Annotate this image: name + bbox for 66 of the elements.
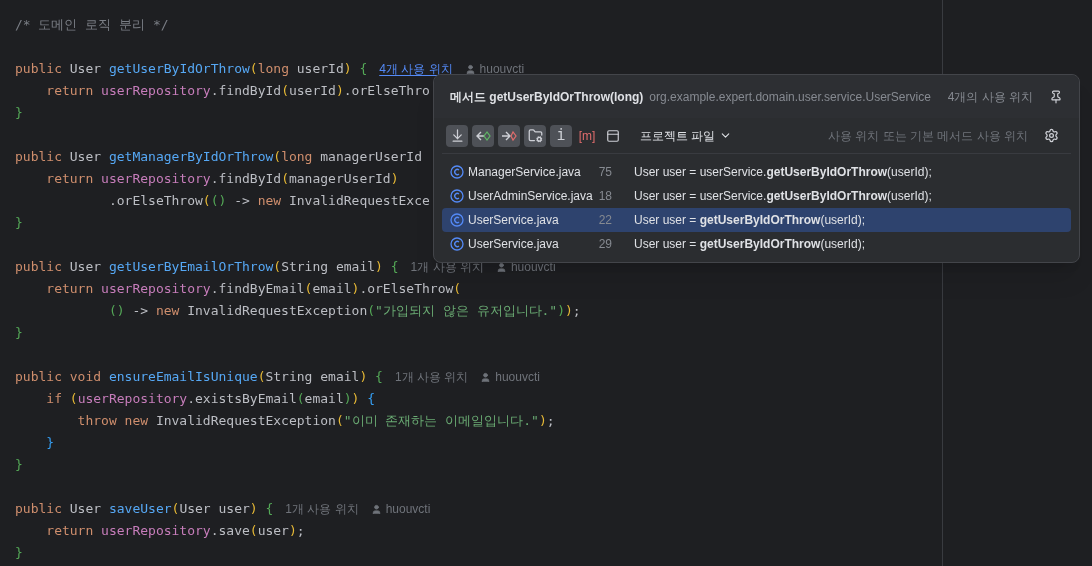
line-number: 22 [597,212,612,229]
code-line: public User getUserByIdOrThrow(long userId) { [15,60,368,79]
code-line: throw new InvalidRequestException("이미 존재하는 이메일입니다."); [76,412,555,431]
code-line: } [15,324,23,343]
usage-row[interactable]: UserAdminService.java 18 User user = userService.getUserByIdOrThrow(userId); [442,184,1071,208]
code-line: } [15,544,23,563]
class-icon [450,189,464,203]
author-hint: huouvcti [479,61,525,78]
line-number: 18 [597,188,612,205]
code-line: return userRepository.findByEmail(email).orElseThrow( [45,280,462,299]
panel-icon [606,128,620,143]
usage-code: User user = userService.getUserByIdOrThrow(userId); [634,164,932,181]
author-hint: huouvcti [495,369,540,386]
code-line: return userRepository.findById(userId).orElseThro [45,82,430,101]
pin-icon[interactable] [1049,89,1063,104]
info-button[interactable]: i [550,124,572,147]
usage-code: User user = userService.getUserByIdOrThrow(userId); [634,188,932,205]
class-icon [450,213,464,227]
code-line: () -> new InvalidRequestException("가입되지 않은 유저입니다.")); [107,302,581,321]
person-icon [480,371,492,383]
class-icon [450,165,464,179]
code-line: } [15,104,23,123]
usages-link[interactable]: 1개 사용 위치 [285,500,359,518]
code-line: public User getUserByEmailOrThrow(String email) { [15,258,399,277]
filter-hint: 사용 위치 또는 기본 메서드 사용 위치 [828,127,1028,145]
author-hint: huouvcti [510,259,556,276]
code-line: public User getManagerByIdOrThrow(long managerUserId [15,148,423,167]
code-line: /* 도메인 로직 분리 */ [15,16,169,35]
folder-button[interactable] [524,124,546,147]
usage-code: User user = getUserByIdOrThrow(userId); [634,212,866,229]
code-line: .orElseThrow(() -> new InvalidRequestExce [107,192,430,211]
scope-dropdown[interactable]: 프로젝트 파일 [640,126,733,145]
person-icon [370,503,382,515]
popup-title: 메서드 getUserByIdOrThrow(long) [450,88,644,106]
usage-code: User user = getUserByIdOrThrow(userId); [634,236,866,253]
person-icon [495,261,507,273]
usage-row[interactable]: ManagerService.java 75 User user = userService.getUserByIdOrThrow(userId); [442,160,1071,184]
code-line: return userRepository.findById(managerUserId) [45,170,399,189]
person-icon [464,63,476,75]
line-number: 75 [597,164,612,181]
class-icon [450,237,464,251]
file-name: UserService.java [468,212,560,229]
code-line: } [45,434,55,453]
arrow-out-button[interactable] [498,124,520,147]
code-line: } [15,456,23,475]
file-name: UserAdminService.java [468,188,592,205]
download-button[interactable] [446,124,468,147]
usages-link[interactable]: 1개 사용 위치 [394,368,469,386]
usage-count: 4개의 사용 위치 [947,88,1033,106]
arrow-in-button[interactable] [472,124,494,147]
code-line: } [15,214,23,233]
code-line: return userRepository.save(user); [45,522,305,541]
usage-row[interactable]: UserService.java 22 User user = getUserByIdOrThrow(userId); [442,208,1071,232]
settings-icon[interactable] [1044,128,1059,143]
code-line: if (userRepository.existsByEmail(email)) { [45,390,376,409]
author-hint: huouvcti [385,501,431,518]
file-name: ManagerService.java [468,164,582,181]
code-line: public void ensureEmailIsUnique(String email) { [15,368,383,387]
class-path: org.example.expert.domain.user.service.UserService [649,88,931,106]
usages-link[interactable]: 4개 사용 위치 [379,60,453,78]
line-number: 29 [597,236,612,253]
folder-icon [527,128,543,143]
file-name: UserService.java [468,236,560,253]
code-line: public User saveUser(User user) { [15,500,274,519]
usage-row[interactable]: UserService.java 29 User user = getUserByIdOrThrow(userId); [442,232,1071,256]
method-button[interactable]: [m] [576,124,598,147]
